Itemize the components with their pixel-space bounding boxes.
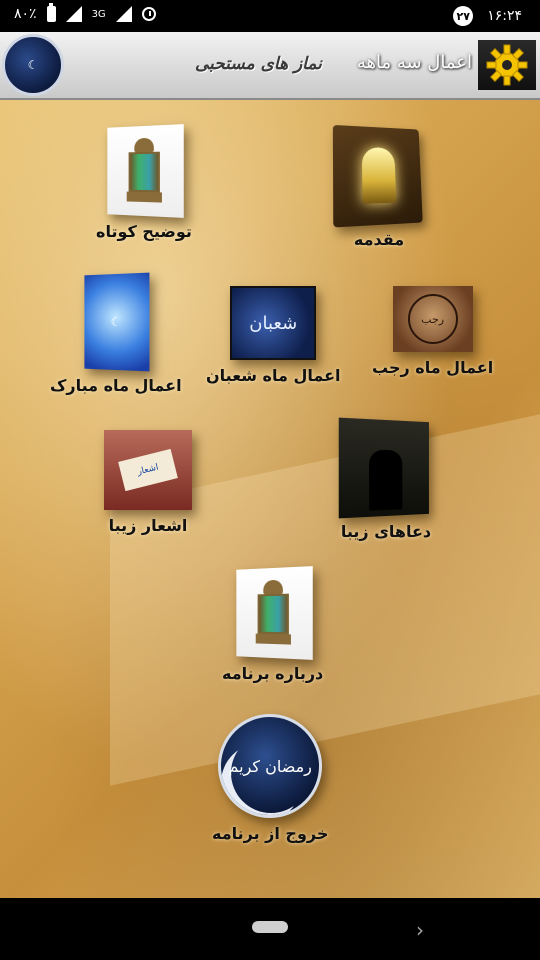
- menu-item-beautiful-prayers[interactable]: دعاهای زیبا: [338, 417, 432, 541]
- status-bar: ۸۰٪ 3G ۲۷ ۱۶:۲۴: [0, 0, 540, 32]
- alarm-icon: [141, 7, 156, 21]
- menu-item-month-rajab[interactable]: رجب اعمال ماه رجب: [372, 286, 493, 377]
- gear-icon: [486, 44, 528, 86]
- status-left: ۸۰٪ 3G: [14, 3, 156, 22]
- menu-item-introduction[interactable]: مقدمه: [332, 124, 424, 249]
- menu-item-about-app[interactable]: درباره برنامه: [222, 566, 324, 683]
- app-logo[interactable]: ☾: [2, 34, 64, 96]
- praying-figure-image: [338, 417, 429, 519]
- menu-item-label: خروج از برنامه: [212, 824, 329, 843]
- home-button[interactable]: [252, 921, 288, 933]
- rajab-calligraphy-image: رجب: [392, 286, 473, 352]
- menu-item-short-description[interactable]: توضیح کوتاه: [96, 124, 192, 241]
- network-type: 3G: [91, 8, 106, 20]
- app-subtitle: نماز های مستحبی: [195, 54, 322, 74]
- ramadan-kareem-moon-image: رمضان کریم: [218, 714, 323, 818]
- ramadan-moon-image: ☾: [84, 272, 150, 372]
- no-signal-icon: [115, 6, 132, 22]
- clock: ۱۶:۲۴: [487, 8, 522, 24]
- menu-item-label: مقدمه: [353, 230, 405, 249]
- battery-percent: ۸۰٪: [14, 6, 37, 22]
- menu-item-month-mobarak[interactable]: ☾ اعمال ماه مبارک: [50, 272, 182, 395]
- menu-item-label: درباره برنامه: [222, 664, 324, 683]
- lantern-image: [107, 124, 184, 218]
- signal-icon: [65, 6, 82, 22]
- chevron-right-icon[interactable]: ›: [416, 918, 424, 942]
- lantern-image: [235, 566, 313, 660]
- poem-card-image: اشعار: [104, 430, 192, 510]
- status-right: ۲۷ ۱۶:۲۴: [453, 6, 522, 26]
- menu-item-label: اعمال ماه مبارک: [50, 376, 182, 395]
- battery-icon: [46, 3, 56, 22]
- app-title: اعمال سه ماهه: [356, 52, 472, 73]
- menu-item-exit-app[interactable]: رمضان کریم خروج از برنامه: [212, 714, 328, 843]
- menu-item-month-shaban[interactable]: شعبان اعمال ماه شعبان: [206, 286, 341, 385]
- menu-item-label: دعاهای زیبا: [340, 522, 432, 541]
- ramadan-calligraphy-icon: ☾: [27, 58, 39, 72]
- menu-item-label: اعمال ماه رجب: [372, 358, 494, 377]
- menu-item-label: توضیح کوتاه: [96, 222, 192, 241]
- menu-item-label: اشعار زیبا: [108, 516, 188, 535]
- book-lantern-image: [332, 124, 423, 228]
- menu-item-label: اعمال ماه شعبان: [206, 366, 341, 385]
- date-badge: ۲۷: [453, 6, 474, 26]
- main-menu: مقدمه توضیح کوتاه رجب اعمال ماه رجب شعبا…: [0, 100, 540, 898]
- system-nav-bar: ›: [0, 898, 540, 960]
- settings-button[interactable]: [478, 40, 536, 90]
- shaban-image: شعبان: [230, 286, 317, 360]
- menu-item-beautiful-poems[interactable]: اشعار اشعار زیبا: [104, 430, 192, 535]
- app-bar: ☾ نماز های مستحبی اعمال سه ماهه: [0, 32, 540, 100]
